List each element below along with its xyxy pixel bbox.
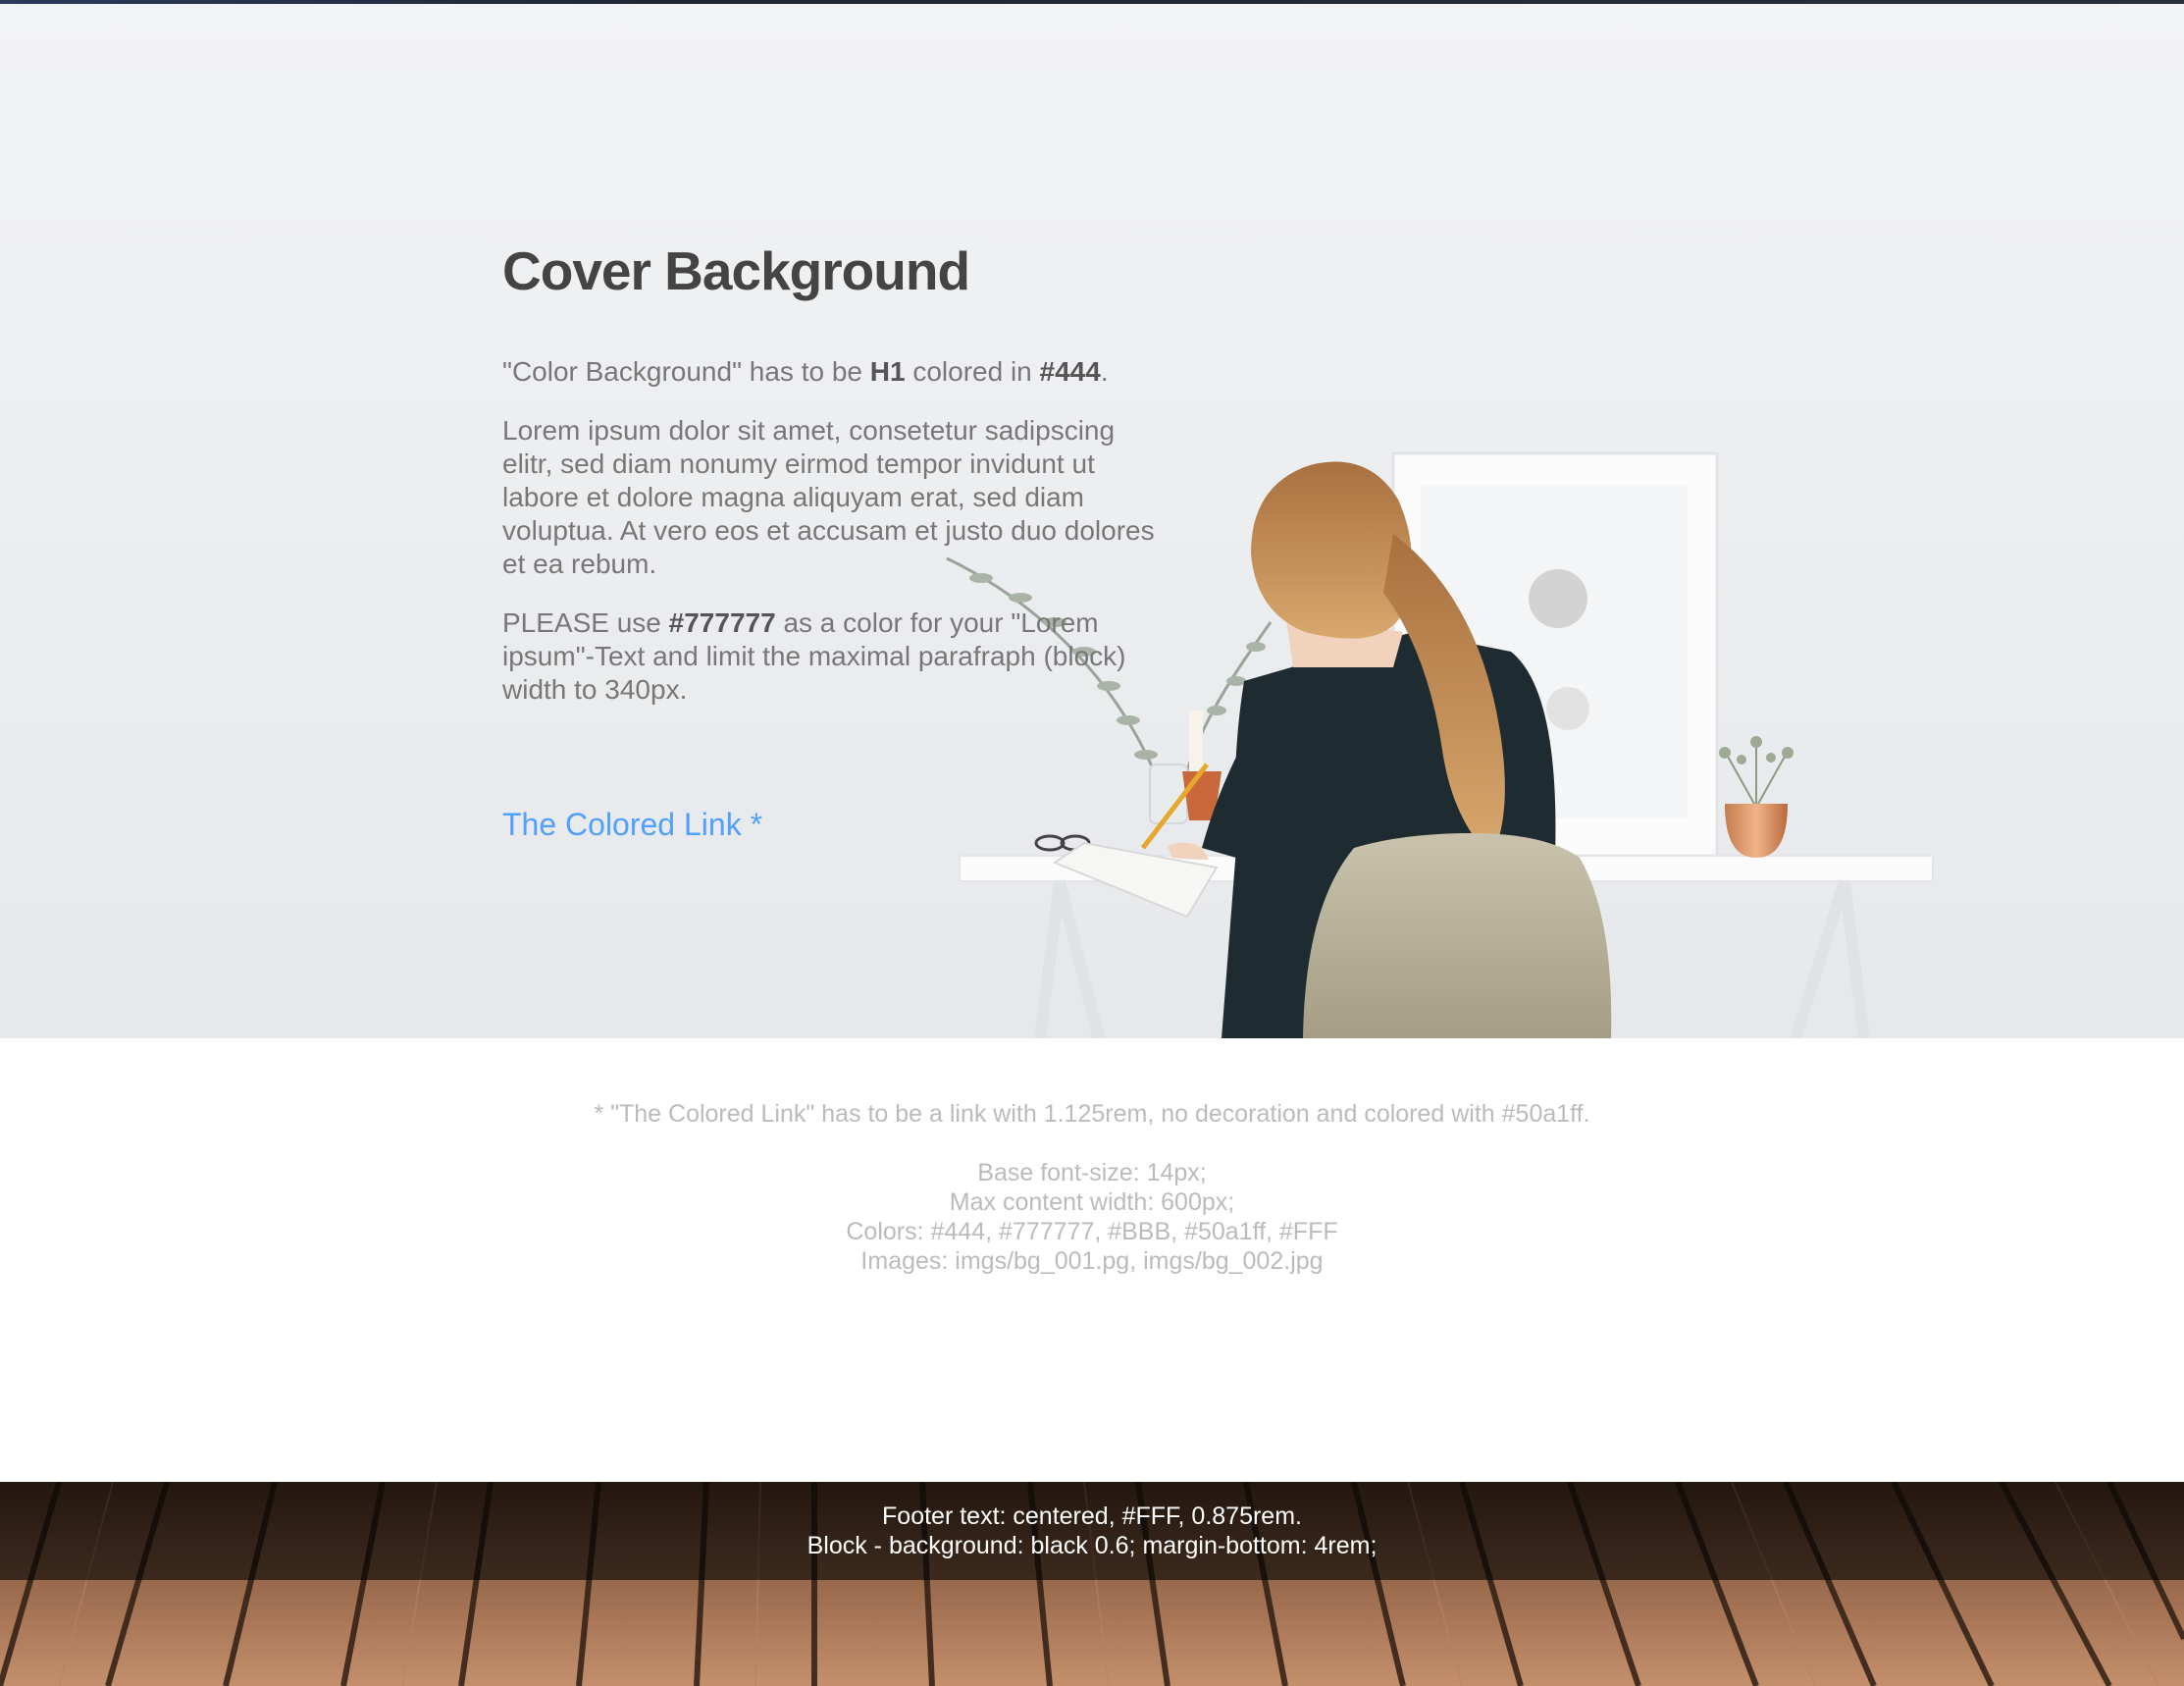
base-font-note: Base font-size: 14px;	[977, 1159, 1207, 1186]
lorem-paragraph: Lorem ipsum dolor sit amet, consetetur s…	[502, 415, 1155, 579]
instruction-bold-color: #777777	[668, 607, 776, 638]
footer-text-block: Footer text: centered, #FFF, 0.875rem. B…	[0, 1482, 2184, 1580]
cover-section: Cover Background "Color Background" has …	[0, 4, 2184, 1038]
instruction-text: PLEASE use	[502, 607, 669, 638]
colored-link[interactable]: The Colored Link *	[502, 807, 762, 843]
intro-text-end: .	[1100, 356, 1109, 387]
intro-paragraph: "Color Background" has to be H1 colored …	[502, 355, 1170, 389]
footer: Footer text: centered, #FFF, 0.875rem. B…	[0, 1482, 2184, 1686]
notes-section: * "The Colored Link" has to be a link wi…	[0, 1099, 2184, 1276]
instruction-paragraph: PLEASE use #777777 as a color for your "…	[502, 606, 1170, 707]
page-title: Cover Background	[502, 240, 970, 301]
link-note: * "The Colored Link" has to be a link wi…	[594, 1100, 1590, 1128]
footer-line-2: Block - background: black 0.6; margin-bo…	[806, 1532, 1378, 1559]
intro-bold-h1: H1	[869, 356, 906, 387]
cover-content: Cover Background "Color Background" has …	[502, 239, 1189, 843]
intro-text: "Color Background" has to be	[502, 356, 870, 387]
intro-bold-color: #444	[1039, 356, 1101, 387]
content-width-note: Max content width: 600px;	[949, 1188, 1235, 1216]
colors-note: Colors: #444, #777777, #BBB, #50a1ff, #F…	[846, 1218, 1338, 1245]
footer-line-1: Footer text: centered, #FFF, 0.875rem.	[882, 1502, 1302, 1530]
images-note: Images: imgs/bg_001.pg, imgs/bg_002.jpg	[860, 1247, 1324, 1275]
intro-text-mid: colored in	[905, 356, 1040, 387]
